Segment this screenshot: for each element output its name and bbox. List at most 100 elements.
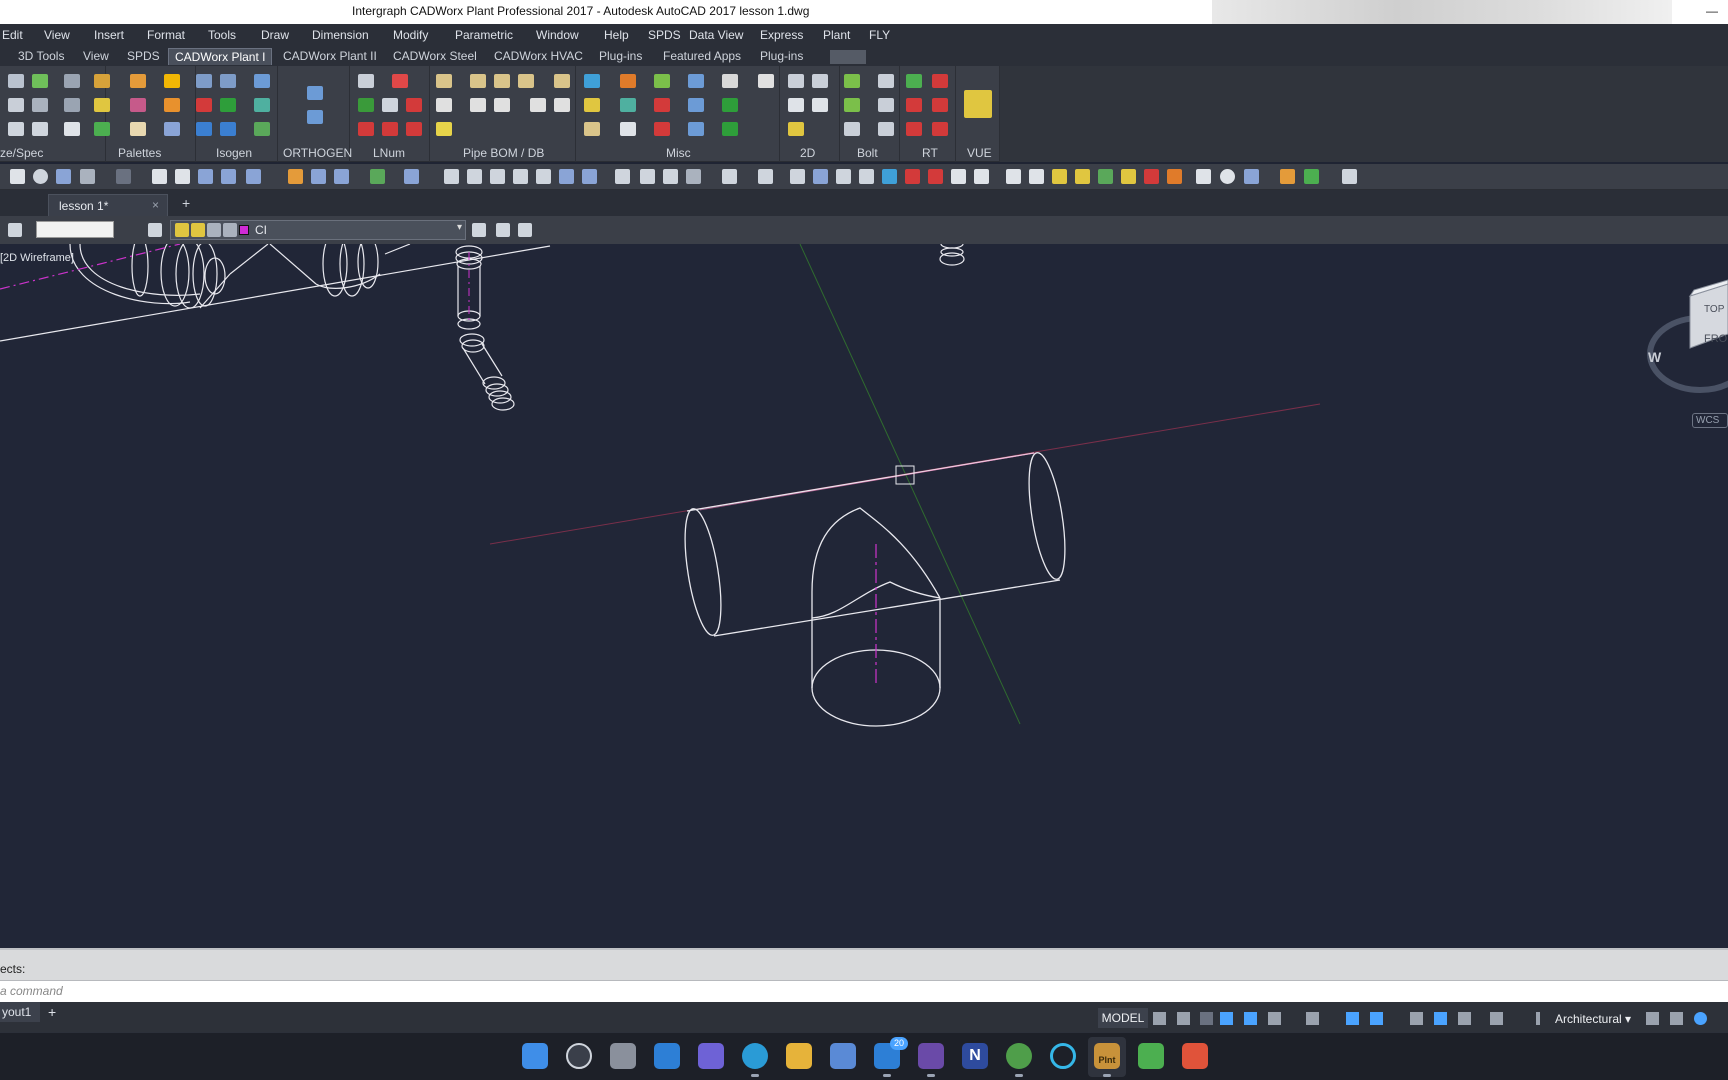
undo-icon[interactable] — [80, 169, 95, 184]
misc-bolt-icon[interactable] — [584, 98, 600, 112]
chat-icon[interactable] — [698, 1043, 724, 1069]
units-dropdown[interactable]: Architectural ▾ — [1555, 1012, 1631, 1026]
rectangle-2-icon[interactable] — [1029, 169, 1044, 184]
bom-table-icon[interactable] — [436, 74, 452, 88]
misc-align-icon[interactable] — [688, 98, 704, 112]
orthogen-icon[interactable] — [307, 86, 323, 100]
batman-icon[interactable] — [1196, 169, 1211, 184]
transparency-icon[interactable] — [1434, 1012, 1447, 1025]
route-tool-icon[interactable] — [64, 74, 80, 88]
publish-icon[interactable] — [198, 169, 213, 184]
freeze-viewport-icon[interactable] — [207, 223, 221, 237]
tab-spds[interactable]: SPDS — [121, 48, 166, 65]
bolt-auto-icon[interactable] — [844, 98, 860, 112]
cadworx-plant-app-icon[interactable]: Plnt — [1094, 1043, 1120, 1077]
pencil-icon[interactable] — [1052, 169, 1067, 184]
layer-previous-icon[interactable] — [496, 223, 510, 237]
bom-doc-4-icon[interactable] — [530, 98, 546, 112]
warning-icon[interactable] — [164, 74, 180, 88]
make-current-icon[interactable] — [472, 223, 486, 237]
bom-doc-3-icon[interactable] — [494, 98, 510, 112]
menu-parametric[interactable]: Parametric — [455, 28, 513, 42]
rt-elbow-2-icon[interactable] — [932, 122, 948, 136]
mirror-icon[interactable] — [722, 169, 737, 184]
design-center-icon[interactable] — [559, 169, 574, 184]
properties-icon[interactable] — [536, 169, 551, 184]
color-control[interactable] — [36, 221, 114, 238]
hardware-acceleration-icon[interactable] — [1694, 1012, 1707, 1025]
bom-table-4-icon[interactable] — [518, 74, 534, 88]
misc-doc-icon[interactable] — [584, 122, 600, 136]
lnum-113-icon[interactable] — [382, 122, 398, 136]
cortana-icon[interactable] — [1050, 1043, 1076, 1069]
batch-plot-icon[interactable] — [246, 169, 261, 184]
misc-trp-icon[interactable] — [722, 122, 738, 136]
rt-elbow-sr-icon[interactable] — [932, 98, 948, 112]
print-preview-icon[interactable] — [175, 169, 190, 184]
isogen-grid-icon[interactable] — [164, 122, 180, 136]
selection-cycling-icon[interactable] — [1458, 1012, 1471, 1025]
onenote-icon[interactable]: N — [962, 1043, 988, 1069]
add-layout-button[interactable]: + — [48, 1004, 56, 1020]
menu-insert[interactable]: Insert — [94, 28, 124, 42]
new-file-icon[interactable] — [10, 169, 25, 184]
tab-plug-ins-2[interactable]: Plug-ins — [754, 48, 809, 65]
zoom-realtime-icon[interactable] — [467, 169, 482, 184]
bom-table-3-icon[interactable] — [494, 74, 510, 88]
pcf-out-icon[interactable] — [196, 122, 212, 136]
text-icon[interactable] — [836, 169, 851, 184]
workspace-icon[interactable] — [1342, 169, 1357, 184]
menu-modify[interactable]: Modify — [393, 28, 428, 42]
menu-view[interactable]: View — [44, 28, 70, 42]
isogen-view-icon[interactable] — [254, 74, 270, 88]
lineweight-icon[interactable] — [1410, 1012, 1423, 1025]
layer-dropdown[interactable]: CI ▾ — [170, 220, 466, 240]
palette-tool-icon[interactable] — [130, 74, 146, 88]
quick-properties-icon[interactable] — [1646, 1012, 1659, 1025]
misc-size-icon[interactable] — [654, 74, 670, 88]
isogen-sheet-2-icon[interactable] — [220, 74, 236, 88]
chevron-down-icon[interactable]: ▾ — [457, 222, 462, 233]
misc-valve-icon[interactable] — [620, 74, 636, 88]
lnum-stop-icon[interactable] — [406, 122, 422, 136]
rt-green-icon[interactable] — [906, 74, 922, 88]
gear-icon[interactable] — [254, 98, 270, 112]
bolt-spacer-2-icon[interactable] — [878, 122, 894, 136]
tab-cadworx-plant-ii[interactable]: CADWorx Plant II — [277, 48, 383, 65]
misc-globe-icon[interactable] — [620, 98, 636, 112]
layer-isolate-icon[interactable] — [518, 223, 532, 237]
rt-elbow-lr-icon[interactable] — [906, 98, 922, 112]
menu-draw[interactable]: Draw — [261, 28, 289, 42]
spec-editor-icon[interactable] — [94, 74, 110, 88]
infer-constraints-icon[interactable] — [1220, 1012, 1233, 1025]
menu-tools[interactable]: Tools — [208, 28, 236, 42]
file-explorer-icon[interactable] — [786, 1043, 812, 1069]
copy-object-icon[interactable] — [640, 169, 655, 184]
menu-express[interactable]: Express — [760, 28, 803, 42]
block-editor-icon[interactable] — [404, 169, 419, 184]
pan-icon[interactable] — [444, 169, 459, 184]
search-icon[interactable] — [566, 1043, 592, 1069]
pipe-tool-icon[interactable] — [8, 98, 24, 112]
snap-icon[interactable] — [1177, 1012, 1190, 1025]
lnum-minus-icon[interactable] — [406, 98, 422, 112]
copy-icon[interactable] — [311, 169, 326, 184]
object-snap-tracking-icon[interactable] — [1346, 1012, 1359, 1025]
house-tool-icon[interactable] — [164, 98, 180, 112]
palette-bar-icon[interactable] — [130, 98, 146, 112]
tab-view[interactable]: View — [77, 48, 115, 65]
bolt-tot-icon[interactable] — [878, 98, 894, 112]
isogen-run-icon[interactable] — [254, 122, 270, 136]
close-icon[interactable]: × — [152, 198, 159, 212]
misc-eraser-icon[interactable] — [722, 74, 738, 88]
viewport-visual-style-label[interactable]: [2D Wireframe] — [0, 252, 74, 264]
stretch-icon[interactable] — [663, 169, 678, 184]
chrome-icon[interactable] — [1006, 1043, 1032, 1077]
bolt-measure-icon[interactable] — [878, 74, 894, 88]
rt-red-icon[interactable] — [932, 74, 948, 88]
menu-help[interactable]: Help — [604, 28, 629, 42]
camtasia-red-icon[interactable] — [1182, 1043, 1208, 1069]
mask-tool-icon[interactable] — [130, 122, 146, 136]
blocks-icon[interactable] — [1167, 169, 1182, 184]
zoom-window-icon[interactable] — [490, 169, 505, 184]
